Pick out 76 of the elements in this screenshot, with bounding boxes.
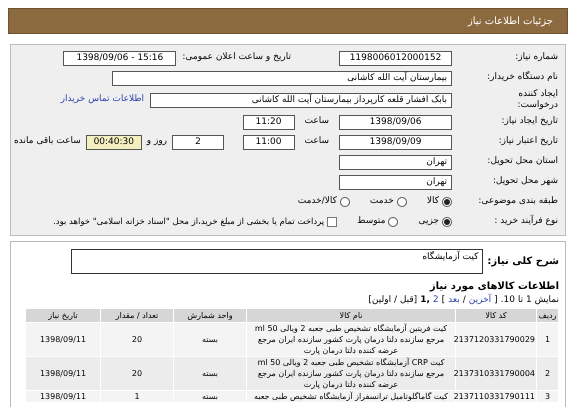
checkbox[interactable] bbox=[327, 217, 338, 227]
text-field[interactable]: بابک افشار قلعه کارپرداز بیمارستان آیت الله کاشانی bbox=[150, 92, 452, 108]
column-header: واحد شمارش bbox=[174, 308, 246, 322]
field-label: تاریخ و ساعت اعلان عمومی: bbox=[182, 51, 291, 64]
table-cell: 20 bbox=[100, 322, 174, 356]
pagination-text: نمایش 1 تا 10. bbox=[500, 294, 559, 306]
page-title: جزئیات اطلاعات نیاز bbox=[468, 14, 553, 28]
table-cell: بسته bbox=[174, 390, 246, 402]
text-field[interactable]: 1398/09/06 - 15:16 bbox=[63, 50, 176, 66]
text-field[interactable]: 1398/09/06 bbox=[339, 114, 452, 130]
field-label: طبقه بندی موضوعی: bbox=[478, 196, 558, 206]
table-cell: 20 bbox=[100, 356, 174, 390]
field-label: استان محل تحویل: bbox=[487, 156, 558, 166]
pagination-link[interactable]: 2 bbox=[432, 294, 439, 306]
field-label: شماره نیاز: bbox=[515, 52, 558, 62]
table-cell: کیت فریتین آزمایشگاه تشخیص طبی جعبه 2 ویالی 50 ml مرجع سازنده دلتا درمان پارت کشور سازنده ایران مرجع عرضه کننده دلتا درمان پارت bbox=[246, 322, 456, 356]
contact-link[interactable]: اطلاعات تماس خریدار bbox=[60, 93, 144, 107]
section-title: اطلاعات کالاهای مورد نیاز bbox=[428, 280, 559, 293]
table-cell: 1 bbox=[100, 390, 174, 402]
text-field[interactable]: 11:00 bbox=[242, 134, 294, 150]
field-label: ایجاد کننده درخواست: bbox=[516, 89, 558, 111]
text-field[interactable]: 1398/09/09 bbox=[339, 134, 452, 150]
table-cell: بسته bbox=[174, 356, 246, 390]
pagination-link[interactable]: آخرین bbox=[468, 294, 492, 306]
column-header: کد کالا bbox=[456, 308, 536, 322]
pagination-text: / bbox=[462, 294, 466, 306]
field-label: ساعت bbox=[304, 115, 329, 128]
field-label: شهر محل تحویل: bbox=[492, 176, 558, 186]
description-field[interactable]: کیت آزمایشگاه bbox=[71, 248, 484, 274]
pagination-text: [قبل / اولین] bbox=[368, 294, 418, 306]
radio-button[interactable] bbox=[340, 197, 350, 207]
text-field[interactable]: 11:20 bbox=[242, 114, 294, 130]
pagination-text: ] bbox=[442, 294, 446, 306]
radio-button[interactable] bbox=[442, 197, 452, 207]
table-cell: 1398/09/11 bbox=[26, 322, 100, 356]
radio-label: کالا/خدمت bbox=[298, 195, 337, 208]
radio-label: کالا bbox=[426, 195, 439, 208]
checkbox-label: پرداخت تمام یا بخشی از مبلغ خرید،از محل "اسناد خزانه اسلامی" خواهد بود. bbox=[53, 216, 324, 228]
field-label: نام دستگاه خریدار: bbox=[487, 72, 558, 82]
table-cell: 2 bbox=[536, 356, 558, 390]
text-field[interactable]: تهران bbox=[339, 174, 452, 190]
text-field[interactable]: 1198006012000152 bbox=[339, 50, 452, 66]
table-cell: بسته bbox=[174, 322, 246, 356]
radio-label: متوسط bbox=[357, 215, 386, 228]
field-label: نوع فرآیند خرید : bbox=[494, 216, 558, 226]
text-field[interactable]: 00:40:30 bbox=[86, 134, 142, 150]
field-label: تاریخ اعتبار نیاز: bbox=[498, 136, 558, 146]
table-cell: 2137120331790029 bbox=[456, 322, 536, 356]
table-cell: 3 bbox=[536, 390, 558, 402]
table-cell: 2137110331790111 bbox=[456, 390, 536, 402]
text-field[interactable]: بیمارستان آیت الله کاشانی bbox=[112, 70, 452, 86]
text-field[interactable]: 2 bbox=[172, 134, 224, 150]
column-header: ردیف bbox=[536, 308, 558, 322]
table-cell: کیت گاماگلوتامیل ترانسفراز آزمایشگاه تشخیص طبی جعبه bbox=[246, 390, 456, 402]
table-cell: 1398/09/11 bbox=[26, 390, 100, 402]
text-field[interactable]: تهران bbox=[339, 154, 452, 170]
pagination-link[interactable]: بعد bbox=[448, 294, 460, 306]
column-header: تاریخ نیاز bbox=[26, 308, 100, 322]
radio-label: خدمت bbox=[370, 195, 394, 208]
radio-label: جزیی bbox=[418, 215, 439, 228]
field-label: شرح کلی نیاز: bbox=[487, 254, 559, 268]
radio-button[interactable] bbox=[442, 217, 452, 227]
field-label: روز و bbox=[146, 135, 168, 148]
table-cell: 1398/09/11 bbox=[26, 356, 100, 390]
column-header: تعداد / مقدار bbox=[100, 308, 174, 322]
field-label: ساعت باقی مانده bbox=[14, 135, 81, 148]
radio-button[interactable] bbox=[388, 217, 398, 227]
radio-button[interactable] bbox=[396, 197, 407, 207]
pagination-text: [ bbox=[494, 294, 498, 306]
column-header: نام کالا bbox=[246, 308, 456, 322]
field-label: ساعت bbox=[304, 135, 329, 148]
table-cell: کیت CRP آزمایشگاه تشخیص طبی جعبه 2 ویالی 50 ml مرجع سازنده دلتا درمان پارت کشور سازنده ایران مرجع عرضه کننده دلتا درمان پارت bbox=[246, 356, 456, 390]
field-label: تاریخ ایجاد نیاز: bbox=[501, 116, 558, 126]
current-page: ,1 bbox=[420, 294, 430, 306]
table-cell: 2137310331790004 bbox=[456, 356, 536, 390]
table-cell: 1 bbox=[536, 322, 558, 356]
